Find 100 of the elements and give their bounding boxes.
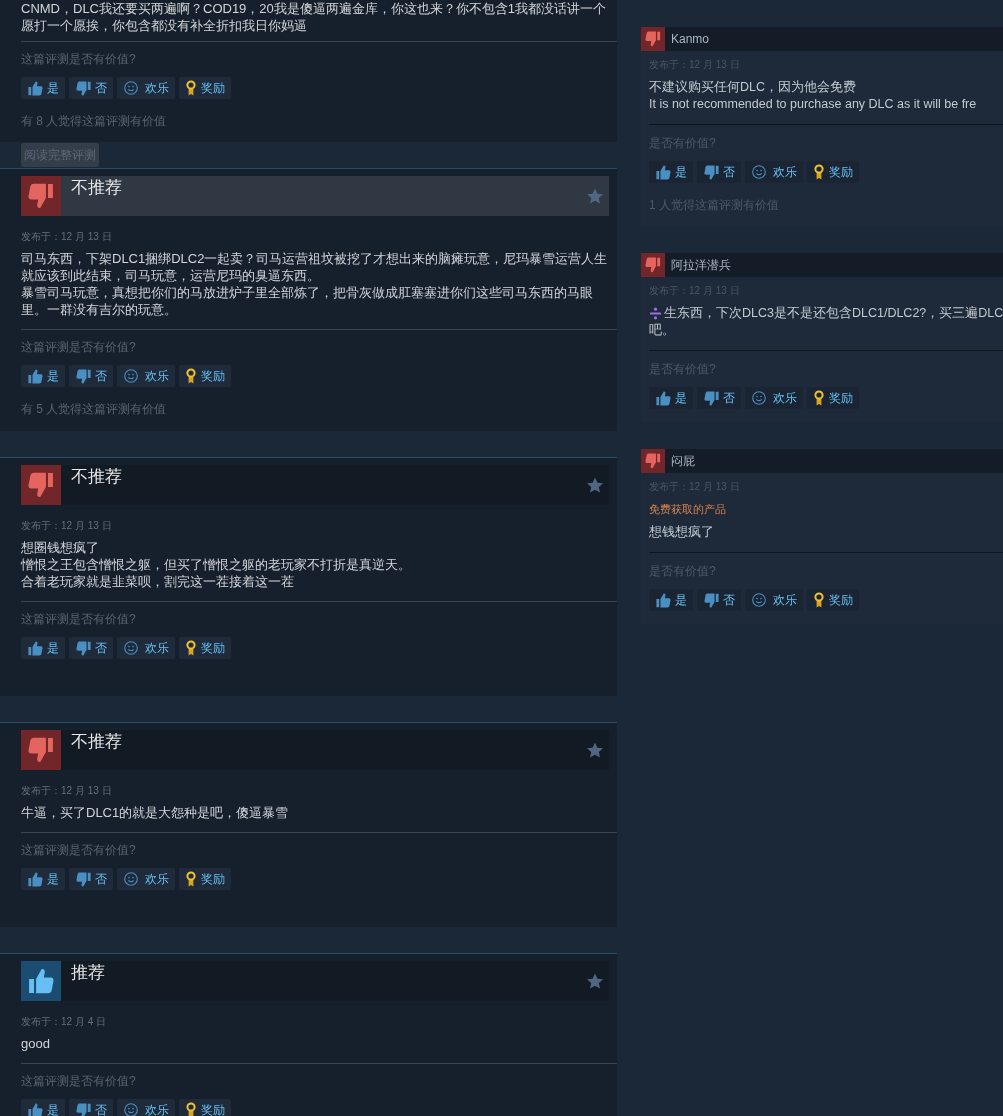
thumbs-down-icon bbox=[76, 368, 91, 384]
review-text: It is not recommended to purchase any DLC as it will be fre bbox=[649, 96, 977, 113]
star-icon bbox=[587, 477, 603, 493]
award-button[interactable]: 奖励 bbox=[807, 387, 859, 409]
helpful-question: 这篇评测是否有价值? bbox=[21, 51, 137, 67]
post-date: 发布于：12 月 13 日 bbox=[21, 520, 113, 532]
award-button[interactable]: 奖励 bbox=[179, 77, 231, 99]
yes-button[interactable]: 是 bbox=[21, 365, 65, 387]
star-icon bbox=[587, 742, 603, 758]
no-button[interactable]: 否 bbox=[697, 161, 741, 183]
helpful-count: 有 5 人觉得这篇评测有价值 bbox=[21, 401, 168, 417]
thumbs-up-icon bbox=[28, 640, 43, 656]
thumbs-up-icon bbox=[28, 80, 43, 96]
funny-button[interactable]: 欢乐 bbox=[745, 161, 803, 183]
award-ribbon-icon bbox=[186, 80, 196, 96]
smiley-icon bbox=[124, 81, 138, 95]
no-button[interactable]: 否 bbox=[69, 637, 113, 659]
award-button[interactable]: 奖励 bbox=[179, 868, 231, 890]
yes-button[interactable]: 是 bbox=[649, 387, 693, 409]
award-ribbon-icon bbox=[814, 390, 824, 406]
award-ribbon-icon bbox=[186, 640, 196, 656]
award-ribbon-icon bbox=[814, 164, 824, 180]
smiley-icon bbox=[752, 391, 766, 405]
review-text: 司马东西，下架DLC1捆绑DLC2一起卖？司马运营祖坟被挖了才想出来的脑瘫玩意，尼玛暴雪运营人生就应该到此结束，司马玩意，运营尼玛的臭逼东西。 bbox=[21, 250, 609, 284]
helpful-question: 这篇评测是否有价值? bbox=[21, 842, 137, 858]
thumbs-down-icon bbox=[76, 640, 91, 656]
award-ribbon-icon bbox=[186, 368, 196, 384]
funny-button[interactable]: 欢乐 bbox=[745, 589, 803, 611]
thumbs-up-icon bbox=[28, 871, 43, 887]
thumbs-down-icon bbox=[76, 80, 91, 96]
funny-button[interactable]: 欢乐 bbox=[117, 1099, 175, 1116]
funny-button[interactable]: 欢乐 bbox=[117, 365, 175, 387]
funny-button[interactable]: 欢乐 bbox=[117, 868, 175, 890]
division-sign-icon bbox=[649, 307, 662, 320]
review-text: 想钱想疯了 bbox=[649, 524, 714, 541]
no-button[interactable]: 否 bbox=[69, 868, 113, 890]
no-button[interactable]: 否 bbox=[697, 589, 741, 611]
yes-button[interactable]: 是 bbox=[21, 637, 65, 659]
award-button[interactable]: 奖励 bbox=[179, 1099, 231, 1116]
thumbs-up-icon bbox=[28, 1102, 43, 1116]
no-button[interactable]: 否 bbox=[697, 387, 741, 409]
star-icon bbox=[587, 973, 603, 989]
award-ribbon-icon bbox=[186, 1102, 196, 1116]
yes-button[interactable]: 是 bbox=[21, 868, 65, 890]
post-date: 发布于：12 月 13 日 bbox=[21, 785, 113, 797]
no-button[interactable]: 否 bbox=[69, 365, 113, 387]
review-text: 憎恨之王包含憎恨之躯，但买了憎恨之躯的老玩家不打折是真逆天。 bbox=[21, 556, 412, 573]
free-product-note: 免费获取的产品 bbox=[649, 502, 727, 517]
award-button[interactable]: 奖励 bbox=[807, 589, 859, 611]
star-icon bbox=[587, 188, 603, 204]
review-text: 生东西，下次DLC3是不是还包含DLC1/DLC2?，买三遍DLC bbox=[664, 305, 1003, 322]
smiley-icon bbox=[124, 1103, 138, 1116]
yes-button[interactable]: 是 bbox=[21, 1099, 65, 1116]
author-name[interactable]: 闷屁 bbox=[671, 453, 695, 469]
thumbs-up-icon bbox=[656, 390, 671, 406]
post-date: 发布于：12 月 13 日 bbox=[21, 231, 113, 243]
yes-button[interactable]: 是 bbox=[649, 161, 693, 183]
yes-button[interactable]: 是 bbox=[21, 77, 65, 99]
helpful-question: 这篇评测是否有价值? bbox=[21, 611, 137, 627]
award-button[interactable]: 奖励 bbox=[179, 637, 231, 659]
no-button[interactable]: 否 bbox=[69, 77, 113, 99]
post-date: 发布于：12 月 4 日 bbox=[21, 1016, 108, 1028]
review-text: 不建议购买任何DLC，因为他会免费 bbox=[649, 79, 856, 96]
thumbs-up-icon bbox=[656, 592, 671, 608]
smiley-icon bbox=[752, 165, 766, 179]
smiley-icon bbox=[124, 872, 138, 886]
funny-button[interactable]: 欢乐 bbox=[745, 387, 803, 409]
review-text: 牛逼，买了DLC1的就是大怨种是吧，傻逼暴雪 bbox=[21, 804, 290, 821]
review-text: CNMD，DLC我还要买两遍啊？COD19，20我是傻逼两遍金库，你这也来？你不包含1我都没话讲一个愿打一个愿挨，你包含都没有补全折扣我日你妈逼 bbox=[21, 0, 608, 34]
verdict-label: 不推荐 bbox=[71, 731, 122, 752]
thumbs-down-icon bbox=[704, 390, 719, 406]
helpful-question: 这篇评测是否有价值? bbox=[21, 1073, 137, 1089]
smiley-icon bbox=[124, 369, 138, 383]
thumbs-down-icon bbox=[704, 164, 719, 180]
thumbs-up-icon bbox=[28, 368, 43, 384]
verdict-label: 不推荐 bbox=[71, 466, 122, 487]
author-name[interactable]: 阿拉洋潜兵 bbox=[671, 257, 731, 273]
award-button[interactable]: 奖励 bbox=[807, 161, 859, 183]
funny-button[interactable]: 欢乐 bbox=[117, 637, 175, 659]
verdict-label: 不推荐 bbox=[71, 177, 122, 198]
review-text: 想圈钱想疯了 bbox=[21, 539, 100, 556]
helpful-question: 这篇评测是否有价值? bbox=[21, 339, 137, 355]
award-button[interactable]: 奖励 bbox=[179, 365, 231, 387]
thumbs-down-icon bbox=[704, 592, 719, 608]
yes-button[interactable]: 是 bbox=[649, 589, 693, 611]
smiley-icon bbox=[124, 641, 138, 655]
review-text: 合着老玩家就是韭菜呗，割完这一茬接着这一茬 bbox=[21, 573, 295, 590]
funny-button[interactable]: 欢乐 bbox=[117, 77, 175, 99]
helpful-count: 有 8 人觉得这篇评测有价值 bbox=[21, 113, 168, 129]
thumbs-up-icon bbox=[656, 164, 671, 180]
author-name[interactable]: Kanmo bbox=[671, 31, 710, 47]
review-text: good bbox=[21, 1035, 51, 1052]
thumbs-down-icon bbox=[76, 1102, 91, 1116]
award-ribbon-icon bbox=[814, 592, 824, 608]
smiley-icon bbox=[752, 593, 766, 607]
verdict-label: 推荐 bbox=[71, 962, 105, 983]
thumbs-down-icon bbox=[76, 871, 91, 887]
no-button[interactable]: 否 bbox=[69, 1099, 113, 1116]
review-text: 暴雪司马玩意，真想把你们的马放进炉子里全部炼了，把骨灰做成肛塞塞进你们这些司马东西的马眼里。一群没有吉尔的玩意。 bbox=[21, 284, 594, 318]
review-text: 吧。 bbox=[649, 322, 675, 339]
